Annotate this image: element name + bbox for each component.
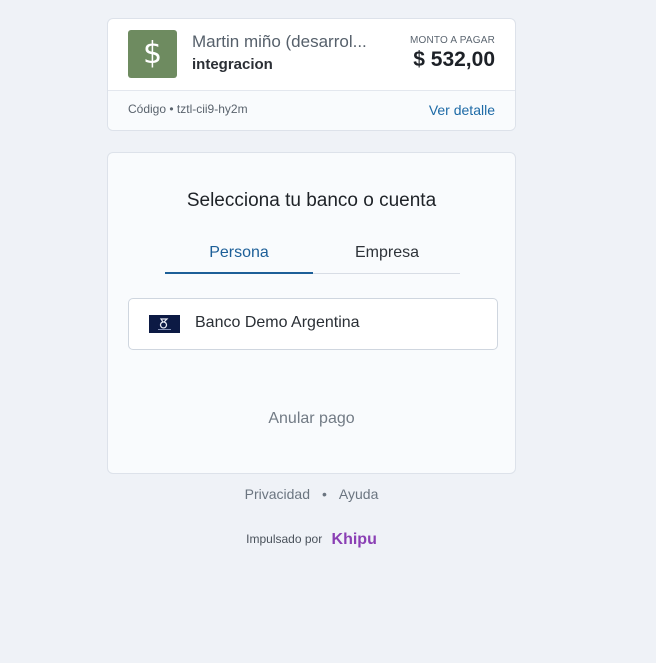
separator-dot: • [322,486,327,502]
merchant-name: Martin miño (desarrol... [192,32,367,51]
bank-selection-title: Selecciona tu banco o cuenta [186,190,437,211]
payment-header: $ Martin miño (desarrol... integracion M… [108,19,515,90]
payment-amount: $ 532,00 [413,48,495,71]
dollar-icon: $ [128,30,177,78]
powered-by-label: Impulsado por [246,532,323,546]
powered-by: Impulsado por Khipu [107,531,516,549]
footer-links: Privacidad • Ayuda [107,486,516,502]
bank-option-banco-demo-argentina[interactable]: Banco Demo Argentina [128,298,498,350]
payment-summary-card: $ Martin miño (desarrol... integracion M… [107,18,516,131]
payment-subject: integracion [192,56,273,73]
tab-empresa[interactable]: Empresa [313,241,461,273]
view-detail-link[interactable]: Ver detalle [429,102,495,118]
bank-logo-icon [149,315,180,333]
privacy-link[interactable]: Privacidad [245,486,310,502]
bank-name: Banco Demo Argentina [195,314,360,331]
account-type-tabs: Persona Empresa [165,241,460,274]
amount-label: MONTO A PAGAR [409,35,495,46]
tab-persona[interactable]: Persona [165,241,313,274]
payment-footer: Código • tztl-cii9-hy2m Ver detalle [108,90,515,130]
cancel-payment-button[interactable]: Anular pago [108,410,515,428]
bank-selection-card: Selecciona tu banco o cuenta Persona Emp… [107,152,516,474]
help-link[interactable]: Ayuda [339,486,378,502]
khipu-logo: Khipu [331,531,377,548]
payment-code: Código • tztl-cii9-hy2m [128,102,248,116]
